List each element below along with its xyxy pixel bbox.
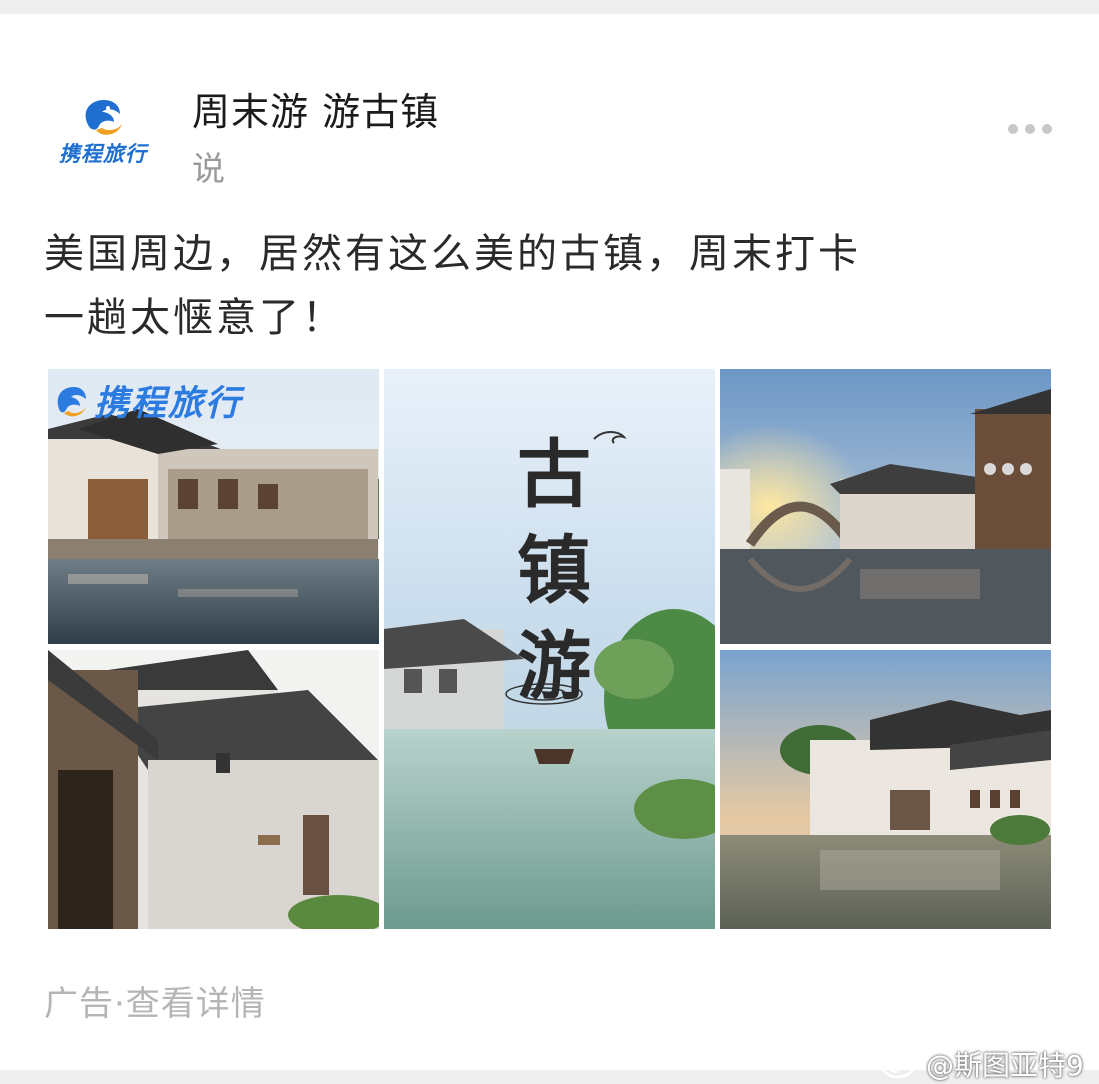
author-name[interactable]: 周末游 游古镇 [192, 81, 439, 136]
poster-title-char: 古 [517, 432, 591, 518]
watermark: @斯图亚特9 [880, 1044, 1084, 1084]
post-text-line: 一趟太惬意了！ [44, 295, 345, 341]
image-town-waterfront[interactable]: 携程旅行 [48, 369, 379, 644]
poster-title-char: 镇 [517, 528, 591, 614]
dolphin-logo-icon [85, 100, 122, 135]
weibo-icon [881, 1051, 918, 1079]
image-grid[interactable]: 携程旅行 古 镇 游 [48, 369, 1051, 929]
poster-title-char: 游 [517, 624, 591, 710]
image-stone-bridge[interactable] [720, 369, 1051, 644]
dolphin-logo-icon [57, 386, 86, 416]
image-riverside-houses[interactable] [720, 650, 1051, 929]
post-text: 美国周边，居然有这么美的古镇，周末打卡 一趟太惬意了！ [44, 222, 1044, 350]
poster-title: 古 镇 游 [504, 427, 604, 715]
watermark-text: @斯图亚特9 [926, 1049, 1084, 1082]
image-white-wall-house[interactable] [48, 650, 379, 929]
logo-text: 携程旅行 [59, 142, 147, 166]
more-dots-icon[interactable] [1008, 120, 1056, 138]
image-ancient-town-poster[interactable]: 古 镇 游 [384, 369, 715, 929]
author-avatar[interactable]: 携程旅行 [44, 92, 162, 172]
brand-overlay: 携程旅行 [54, 375, 242, 426]
post-text-line: 美国周边，居然有这么美的古镇，周末打卡 [44, 231, 861, 277]
ad-post-card: 携程旅行 周末游 游古镇 说 美国周边，居然有这么美的古镇，周末打卡 一趟太惬意… [0, 14, 1099, 1082]
author-action: 说 [192, 149, 225, 188]
ad-details-link[interactable]: 广告·查看详情 [44, 976, 266, 1025]
brand-overlay-text: 携程旅行 [94, 384, 243, 424]
